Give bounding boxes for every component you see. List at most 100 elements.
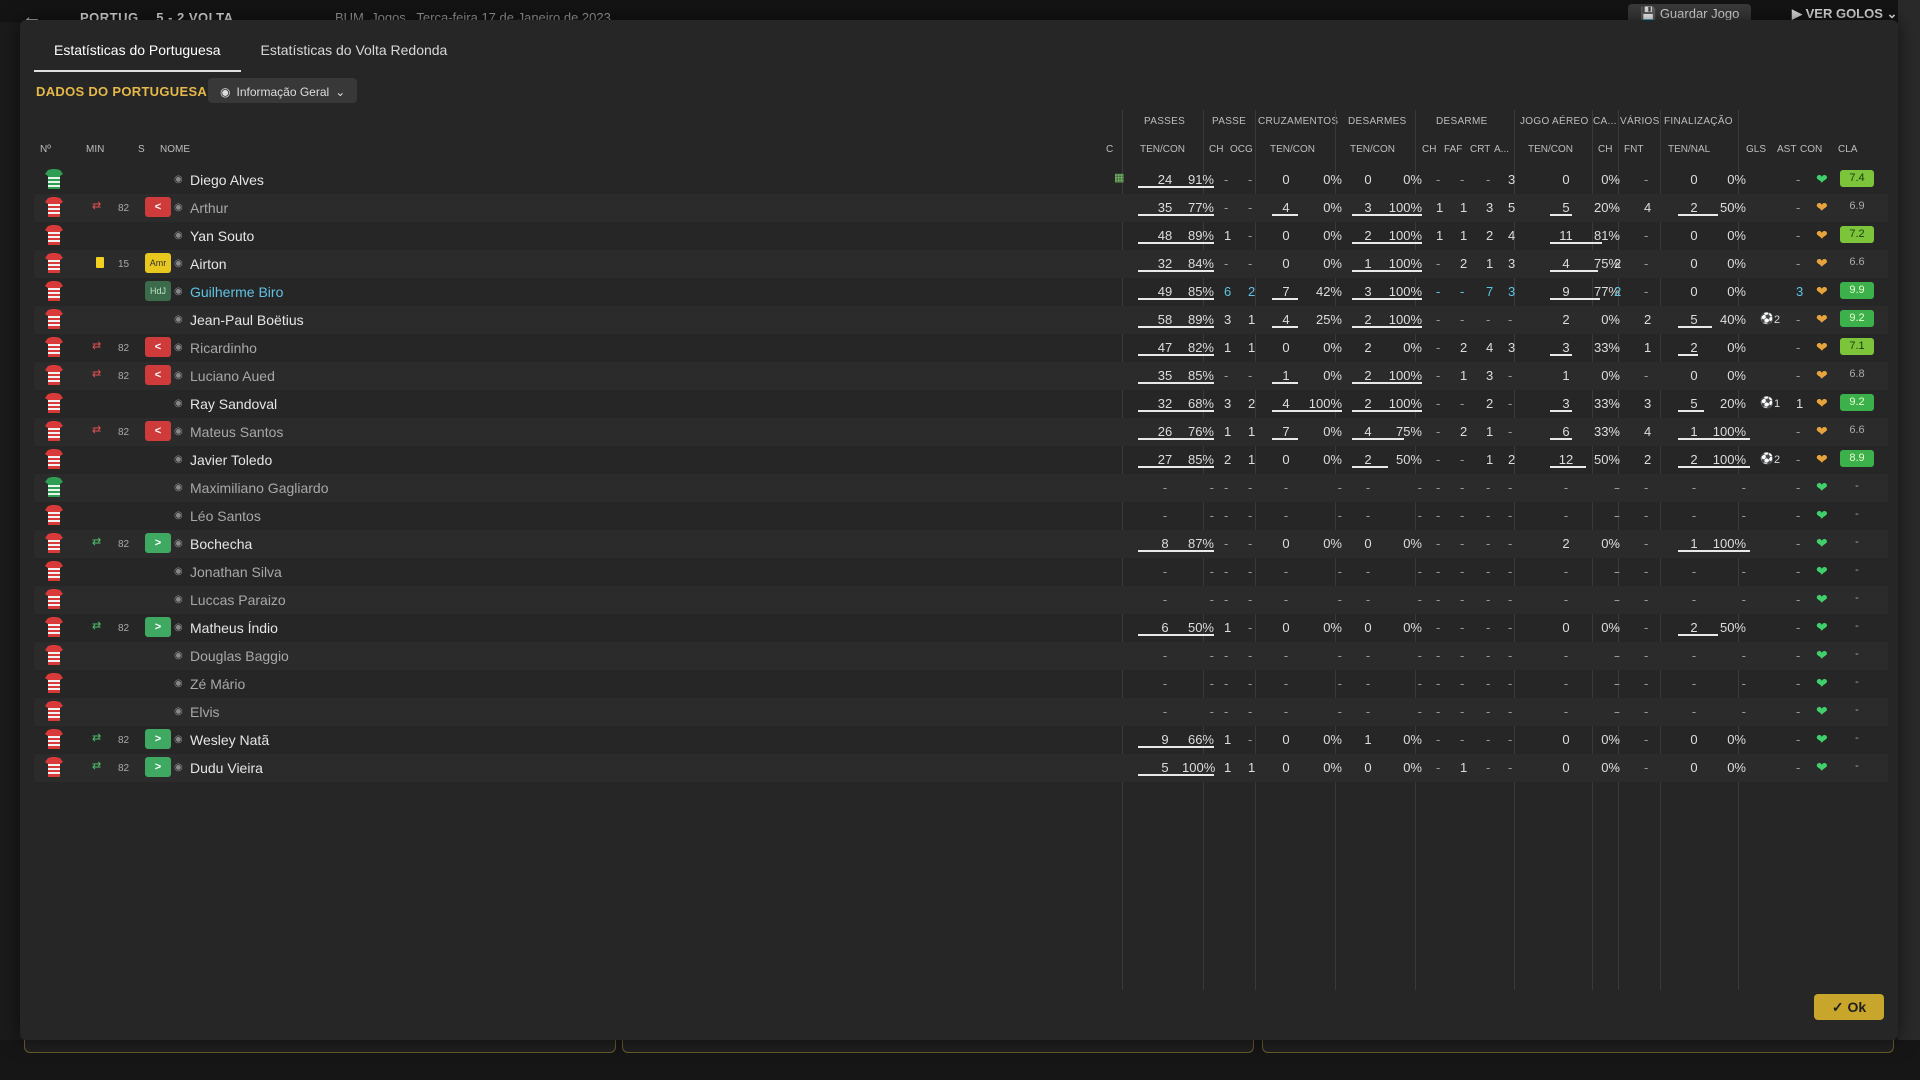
player-name[interactable]: Dudu Vieira [190, 760, 263, 776]
hdr-num[interactable]: Nº [40, 144, 51, 155]
table-row[interactable]: HdJ ◉ Guilherme Biro 49 85% 6 2 7 42% 3 100% - -7 3 9 7… [34, 278, 1888, 306]
passes-attempted: 24 [1157, 172, 1173, 187]
status-badge[interactable]: Amr [145, 253, 171, 273]
hdr-ocg[interactable]: OCG [1230, 144, 1253, 155]
hdr-s[interactable]: S [138, 144, 145, 155]
player-name[interactable]: Zé Mário [190, 676, 245, 692]
table-row[interactable]: ◉ Maximiliano Gagliardo - - - - - - - - - - - - - - - - - -… [34, 474, 1888, 502]
player-name[interactable]: Mateus Santos [190, 424, 283, 440]
player-name[interactable]: Guilherme Biro [190, 284, 283, 300]
table-row[interactable]: ⇄ 82 < ◉ Ricardinho 47 82% 1 1 0 0% 2 0% -2 4 3 3 33% -1 2 0… [34, 334, 1888, 362]
hdr-des-tencon[interactable]: TEN/CON [1350, 144, 1395, 155]
player-name[interactable]: Luciano Aued [190, 368, 275, 384]
ok-button[interactable]: ✓ Ok [1814, 994, 1884, 1020]
view-select[interactable]: ◉ Informação Geral ⌄ [208, 78, 358, 103]
player-name[interactable]: Elvis [190, 704, 220, 720]
shots-bar [1678, 634, 1718, 636]
crosses-pct: 0% [1323, 256, 1342, 271]
hdr-ca-ch[interactable]: CH [1598, 144, 1612, 155]
table-row[interactable]: ◉ Luccas Paraizo - - - - - - - - - - - - - - - - - - - ❤ - [34, 586, 1888, 614]
player-name[interactable]: Bochecha [190, 536, 252, 552]
passe-ocg: - [1248, 592, 1253, 607]
player-name[interactable]: Léo Santos [190, 508, 261, 524]
table-row[interactable]: ⇄ 82 < ◉ Arthur 35 77% - -4 0% 3 100% 1 1 3 5 5 20% -4 2 50%… [34, 194, 1888, 222]
player-name[interactable]: Jonathan Silva [190, 564, 282, 580]
tackles-attempted: - [1365, 508, 1371, 523]
passe-ocg: - [1248, 228, 1253, 243]
status-badge[interactable]: HdJ [145, 281, 171, 301]
shots-attempted: - [1691, 648, 1697, 663]
player-name[interactable]: Douglas Baggio [190, 648, 289, 664]
heart-orange-icon: ❤ [1816, 283, 1828, 299]
hdr-cla[interactable]: CLA [1838, 144, 1857, 155]
status-badge[interactable]: > [145, 729, 171, 749]
table-row[interactable]: ⇄ 82 > ◉ Dudu Vieira 5 100% 1 1 0 0% 0 0% -1- -0 0% - -0 0… [34, 754, 1888, 782]
player-name[interactable]: Ricardinho [190, 340, 257, 356]
hdr-ch[interactable]: CH [1209, 144, 1223, 155]
status-badge[interactable]: < [145, 365, 171, 385]
table-row[interactable]: 15 Amr ◉ Airton 32 84% - -0 0% 1 100% -2 1 3 4 75% 2-0 0%… [34, 250, 1888, 278]
table-row[interactable]: ◉ Zé Mário - - - - - - - - - - - - - - - - - - - ❤ - [34, 670, 1888, 698]
table-row[interactable]: ◉ Douglas Baggio - - - - - - - - - - - - - - - - - - - ❤ - [34, 642, 1888, 670]
table-row[interactable]: ◉ Léo Santos - - - - - - - - - - - - - - - - - - - ❤ - [34, 502, 1888, 530]
status-badge[interactable]: < [145, 337, 171, 357]
player-name[interactable]: Wesley Natã [190, 732, 269, 748]
player-name[interactable]: Diego Alves [190, 172, 264, 188]
player-name[interactable]: Maximiliano Gagliardo [190, 480, 329, 496]
hdr-crt[interactable]: CRT [1470, 144, 1490, 155]
assists: - [1796, 340, 1801, 355]
hdr-faf[interactable]: FAF [1444, 144, 1462, 155]
tab-portuguesa[interactable]: Estatísticas do Portuguesa [34, 30, 241, 72]
player-name[interactable]: Ray Sandoval [190, 396, 277, 412]
player-name[interactable]: Yan Souto [190, 228, 254, 244]
hdr-cruz-tencon[interactable]: TEN/CON [1270, 144, 1315, 155]
table-row[interactable]: ◉ Diego Alves ▦ 24 91% - -0 0% 0 0% - - -3 0 0% - -0 0% - ❤… [34, 166, 1888, 194]
crosses-pct: - [1337, 704, 1342, 719]
table-row[interactable]: ◉ Ray Sandoval 32 68% 3 2 4 100% 2 100% - -2-3 33% -3… [34, 390, 1888, 418]
crosses-pct: - [1337, 480, 1342, 495]
player-name[interactable]: Luccas Paraizo [190, 592, 286, 608]
hdr-c[interactable]: C [1106, 144, 1113, 155]
hdr-nome[interactable]: NOME [160, 144, 190, 155]
assists: - [1796, 732, 1801, 747]
pass-bar [1138, 634, 1214, 636]
tackles-attempted: 0 [1364, 760, 1372, 775]
hdr-min[interactable]: MIN [86, 144, 104, 155]
hdr-ast[interactable]: AST [1777, 144, 1796, 155]
tab-volta-redonda[interactable]: Estatísticas do Volta Redonda [241, 30, 468, 70]
status-badge[interactable]: < [145, 421, 171, 441]
table-row[interactable]: ⇄ 82 > ◉ Wesley Natã 9 66% 1-0 0% 1 0% - - - -0 0% - -0 0%… [34, 726, 1888, 754]
player-rating: - [1855, 620, 1859, 632]
table-row[interactable]: ◉ Yan Souto 48 89% 1-0 0% 2 100% 1 1 2 4 11 81% - -0 0% -… [34, 222, 1888, 250]
shots-pct: 100% [1712, 424, 1746, 439]
table-row[interactable]: ⇄ 82 < ◉ Luciano Aued 35 85% - -1 0% 2 100% -1 3-1 0% -… [34, 362, 1888, 390]
player-name[interactable]: Arthur [190, 200, 228, 216]
shots-pct: 0% [1727, 256, 1746, 271]
hdr-des-ch[interactable]: CH [1422, 144, 1436, 155]
status-badge[interactable]: > [145, 533, 171, 553]
table-row[interactable]: ◉ Javier Toledo 27 85% 2 1 0 0% 2 50% - -1 2 12 50% -2 2… [34, 446, 1888, 474]
table-row[interactable]: ⇄ 82 > ◉ Bochecha 8 87% - -0 0% 0 0% - - - -2 0% - -1 100% -… [34, 530, 1888, 558]
substitution-icon: ⇄ [92, 424, 102, 436]
table-row[interactable]: ◉ Elvis - - - - - - - - - - - - - - - - - - - ❤ - [34, 698, 1888, 726]
table-row[interactable]: ◉ Jonathan Silva - - - - - - - - - - - - - - - - - - - ❤ - [34, 558, 1888, 586]
hdr-pass-tencon[interactable]: TEN/CON [1140, 144, 1185, 155]
hdr-fin-tennal[interactable]: TEN/NAL [1668, 144, 1710, 155]
hdr-aer-tencon[interactable]: TEN/CON [1528, 144, 1573, 155]
player-name[interactable]: Airton [190, 256, 227, 272]
passe-ocg: - [1248, 256, 1253, 271]
table-row[interactable]: ⇄ 82 < ◉ Mateus Santos 26 76% 1 1 7 0% 4 75% -2 1-6 33%… [34, 418, 1888, 446]
player-name[interactable]: Jean-Paul Boëtius [190, 312, 304, 328]
hdr-con[interactable]: CON [1800, 144, 1822, 155]
status-badge[interactable]: > [145, 617, 171, 637]
status-badge[interactable]: > [145, 757, 171, 777]
player-name[interactable]: Matheus Índio [190, 620, 278, 636]
hdr-gls[interactable]: GLS [1746, 144, 1766, 155]
table-row[interactable]: ◉ Jean-Paul Boëtius 58 89% 3 1 4 25% 2 100% - - - -2 0… [34, 306, 1888, 334]
passes-completed-pct: 84% [1187, 256, 1214, 271]
player-name[interactable]: Javier Toledo [190, 452, 272, 468]
status-badge[interactable]: < [145, 197, 171, 217]
table-row[interactable]: ⇄ 82 > ◉ Matheus Índio 6 50% 1-0 0% 0 0% - - - -0 0% - -2… [34, 614, 1888, 642]
hdr-fnt[interactable]: FNT [1624, 144, 1643, 155]
hdr-a[interactable]: A... [1494, 144, 1509, 155]
